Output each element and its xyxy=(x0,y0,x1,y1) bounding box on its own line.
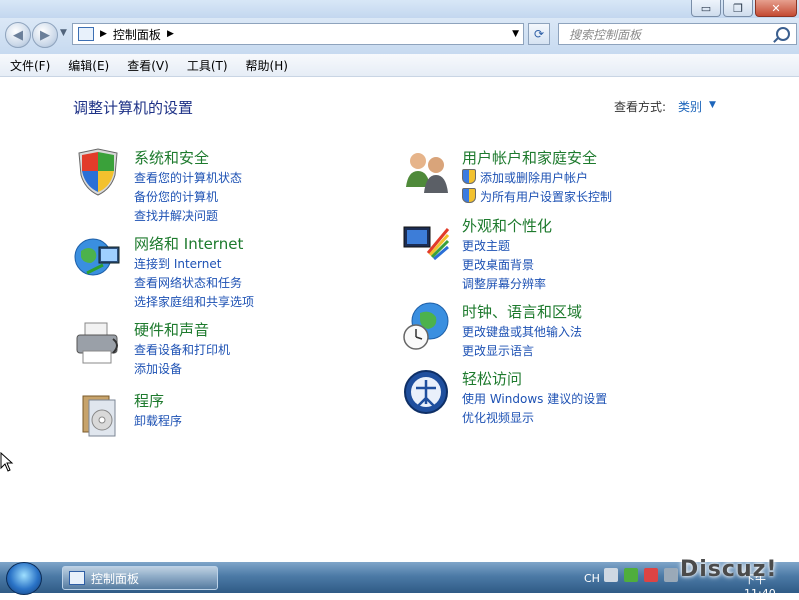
link-parental-controls[interactable]: 为所有用户设置家长控制 xyxy=(462,188,612,205)
view-by-label: 查看方式: xyxy=(614,100,667,114)
navigation-bar: ◀ ▶ ▼ ▶ 控制面板 ▶ ▼ ⟳ 搜索控制面板 xyxy=(0,18,799,54)
volume-icon[interactable] xyxy=(664,568,678,582)
control-panel-icon xyxy=(69,571,85,585)
restore-button[interactable]: ❐ xyxy=(723,0,753,17)
title-bar: ▭ ❐ ✕ xyxy=(0,0,799,18)
link-homegroup-sharing[interactable]: 选择家庭组和共享选项 xyxy=(134,293,254,310)
address-dropdown[interactable]: ▼ xyxy=(512,29,519,39)
link-view-computer-status[interactable]: 查看您的计算机状态 xyxy=(134,169,242,186)
printer-icon xyxy=(76,322,118,364)
control-panel-content: 调整计算机的设置 查看方式: 类别 ▼ 系统和安全 查看您的计算机状态 备份您的… xyxy=(0,77,799,562)
category-title[interactable]: 程序 xyxy=(134,390,164,411)
category-title[interactable]: 网络和 Internet xyxy=(134,233,243,254)
menu-help[interactable]: 帮助(H) xyxy=(236,57,296,74)
language-indicator[interactable]: CH xyxy=(584,572,600,585)
view-by-dropdown[interactable]: 类别 xyxy=(678,98,702,115)
search-icon[interactable] xyxy=(776,27,790,41)
link-change-background[interactable]: 更改桌面背景 xyxy=(462,256,534,273)
category-title[interactable]: 系统和安全 xyxy=(134,147,209,168)
window-controls: ▭ ❐ ✕ xyxy=(691,0,797,17)
link-devices-printers[interactable]: 查看设备和打印机 xyxy=(134,341,230,358)
link-screen-resolution[interactable]: 调整屏幕分辨率 xyxy=(462,275,546,292)
link-connect-internet[interactable]: 连接到 Internet xyxy=(134,255,221,272)
forward-button[interactable]: ▶ xyxy=(32,22,58,48)
network-status-icon[interactable] xyxy=(644,568,658,582)
recent-pages-dropdown[interactable]: ▼ xyxy=(60,28,67,38)
chevron-down-icon[interactable]: ▼ xyxy=(709,100,716,110)
link-optimize-display[interactable]: 优化视频显示 xyxy=(462,409,534,426)
network-globe-icon xyxy=(74,238,120,276)
security-shield-icon xyxy=(78,148,118,196)
category-title[interactable]: 时钟、语言和区域 xyxy=(462,301,582,322)
page-title: 调整计算机的设置 xyxy=(73,99,194,117)
category-title[interactable]: 轻松访问 xyxy=(462,368,522,389)
clock-globe-icon xyxy=(403,302,449,350)
keyboard-icon[interactable] xyxy=(604,568,618,582)
ease-of-access-icon xyxy=(404,370,448,414)
link-recommended-settings[interactable]: 使用 Windows 建议的设置 xyxy=(462,390,607,407)
back-button[interactable]: ◀ xyxy=(5,22,31,48)
menu-view[interactable]: 查看(V) xyxy=(117,57,177,74)
refresh-button[interactable]: ⟳ xyxy=(528,23,550,45)
search-input[interactable]: 搜索控制面板 xyxy=(558,23,797,45)
action-center-icon[interactable] xyxy=(624,568,638,582)
uac-shield-icon xyxy=(462,188,476,203)
taskbar-item-control-panel[interactable]: 控制面板 xyxy=(62,566,218,590)
category-title[interactable]: 硬件和声音 xyxy=(134,319,209,340)
menu-tools[interactable]: 工具(T) xyxy=(177,57,236,74)
link-add-remove-accounts[interactable]: 添加或删除用户帐户 xyxy=(462,169,588,186)
control-panel-icon xyxy=(78,27,94,41)
start-button[interactable] xyxy=(6,562,42,595)
link-network-status[interactable]: 查看网络状态和任务 xyxy=(134,274,242,291)
programs-icon xyxy=(82,395,116,437)
watermark: Discuz! xyxy=(680,557,778,582)
menu-bar: 文件(F) 编辑(E) 查看(V) 工具(T) 帮助(H) xyxy=(0,54,799,77)
address-bar[interactable]: ▶ 控制面板 ▶ ▼ xyxy=(72,23,524,45)
link-troubleshoot[interactable]: 查找并解决问题 xyxy=(134,207,218,224)
breadcrumb-control-panel[interactable]: 控制面板 xyxy=(113,26,161,43)
link-add-device[interactable]: 添加设备 xyxy=(134,360,182,377)
link-keyboard-input[interactable]: 更改键盘或其他输入法 xyxy=(462,323,582,340)
user-accounts-icon xyxy=(406,153,448,193)
category-title[interactable]: 用户帐户和家庭安全 xyxy=(462,147,597,168)
minimize-button[interactable]: ▭ xyxy=(691,0,721,17)
menu-file[interactable]: 文件(F) xyxy=(0,57,58,74)
link-uninstall-program[interactable]: 卸载程序 xyxy=(134,412,182,429)
appearance-icon xyxy=(403,226,450,261)
link-backup-computer[interactable]: 备份您的计算机 xyxy=(134,188,218,205)
category-title[interactable]: 外观和个性化 xyxy=(462,215,552,236)
breadcrumb-separator[interactable]: ▶ xyxy=(167,29,174,39)
link-change-theme[interactable]: 更改主题 xyxy=(462,237,510,254)
close-button[interactable]: ✕ xyxy=(755,0,797,17)
mouse-cursor-icon xyxy=(0,452,14,472)
uac-shield-icon xyxy=(462,169,476,184)
taskbar-item-label: 控制面板 xyxy=(91,571,140,586)
menu-edit[interactable]: 编辑(E) xyxy=(58,57,117,74)
breadcrumb-separator[interactable]: ▶ xyxy=(100,29,107,39)
system-tray xyxy=(604,568,678,582)
search-placeholder: 搜索控制面板 xyxy=(569,27,642,42)
link-display-language[interactable]: 更改显示语言 xyxy=(462,342,534,359)
